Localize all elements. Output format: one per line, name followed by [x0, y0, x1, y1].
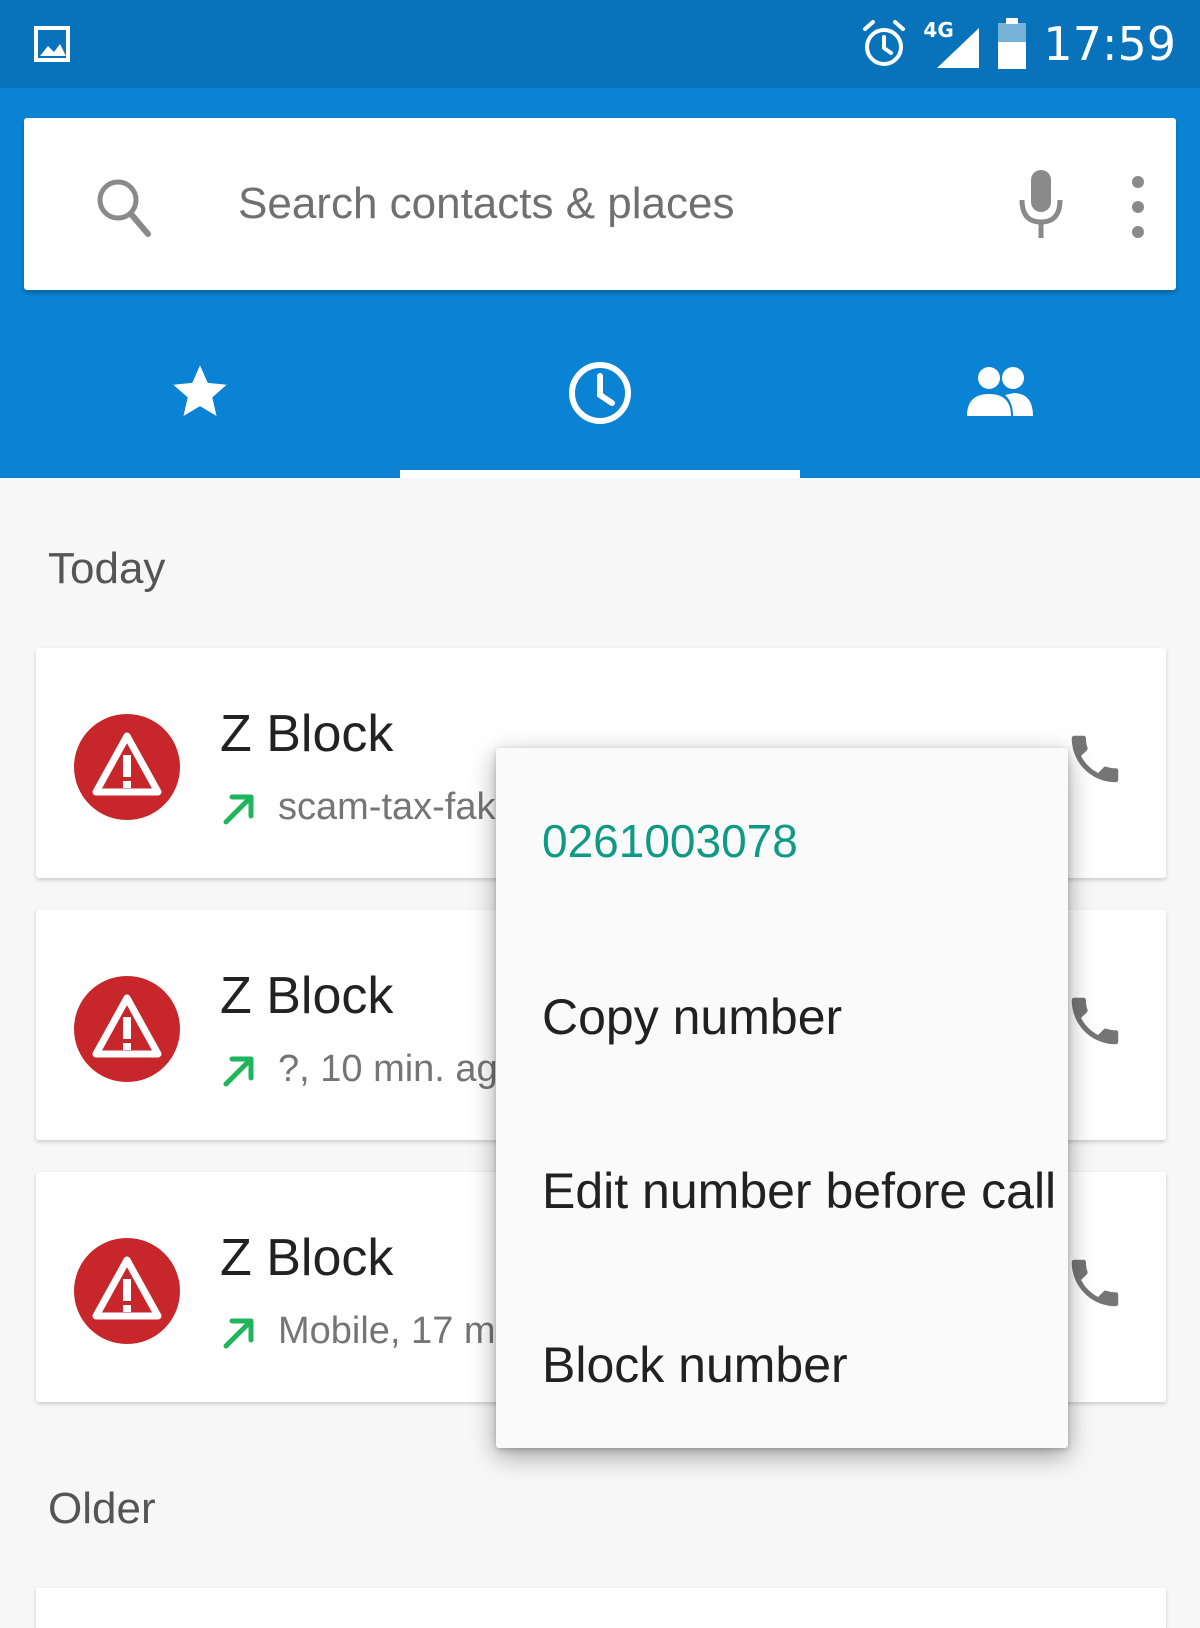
caller-name: Z Block	[220, 1229, 394, 1287]
caller-name: Z Block	[220, 967, 394, 1025]
app-bar: 4G 17:59	[0, 0, 1200, 478]
warning-avatar-icon	[74, 1238, 180, 1344]
tab-bar	[0, 330, 1200, 478]
context-menu-phone-number: 0261003078	[542, 815, 798, 867]
alarm-icon	[863, 20, 906, 66]
call-detail: Mobile, 17 min	[220, 1310, 525, 1353]
microphone-icon[interactable]	[1016, 168, 1066, 242]
star-icon	[173, 365, 227, 416]
tab-recents[interactable]	[400, 330, 800, 478]
search-icon[interactable]	[94, 176, 152, 240]
signal-icon	[937, 28, 980, 68]
outgoing-call-icon	[223, 1318, 254, 1348]
menu-item-edit-number[interactable]: Edit number before call	[542, 1162, 1056, 1220]
outgoing-call-icon	[223, 1056, 254, 1086]
call-detail-text: scam-tax-fake,	[278, 786, 528, 828]
context-menu: 0261003078 Copy number Edit number befor…	[496, 748, 1068, 1448]
tab-contacts[interactable]	[800, 330, 1200, 478]
people-icon	[967, 367, 1033, 416]
battery-icon	[998, 18, 1027, 69]
tab-favorites[interactable]	[0, 330, 400, 478]
outgoing-call-icon	[223, 794, 254, 824]
image-notification-icon	[34, 26, 70, 62]
menu-item-block-number[interactable]: Block number	[542, 1336, 848, 1394]
call-detail: ?, 10 min. ago	[220, 1048, 519, 1091]
phone-call-icon[interactable]	[1064, 728, 1126, 790]
caller-name: Z Block	[220, 705, 394, 763]
warning-avatar-icon	[74, 976, 180, 1082]
status-right: 4G 17:59	[861, 14, 1176, 74]
call-detail-text: ?, 10 min. ago	[278, 1048, 519, 1090]
status-time: 17:59	[1043, 17, 1176, 71]
menu-item-copy-number[interactable]: Copy number	[542, 988, 842, 1046]
clock-icon	[569, 362, 631, 424]
section-older: Older	[48, 1484, 156, 1533]
more-options-icon[interactable]	[1118, 174, 1158, 240]
tab-selected-indicator	[400, 470, 800, 478]
phone-call-icon[interactable]	[1064, 1252, 1126, 1314]
status-bar: 4G 17:59	[0, 0, 1200, 88]
call-detail-text: Mobile, 17 min	[278, 1310, 526, 1352]
signal-group: 4G	[923, 18, 981, 70]
section-today: Today	[48, 544, 166, 593]
call-log-item-partial[interactable]	[36, 1588, 1166, 1628]
warning-avatar-icon	[74, 714, 180, 820]
phone-call-icon[interactable]	[1064, 990, 1126, 1052]
search-input[interactable]	[238, 166, 978, 242]
call-detail: scam-tax-fake,	[220, 786, 527, 829]
search-bar[interactable]	[24, 118, 1176, 290]
